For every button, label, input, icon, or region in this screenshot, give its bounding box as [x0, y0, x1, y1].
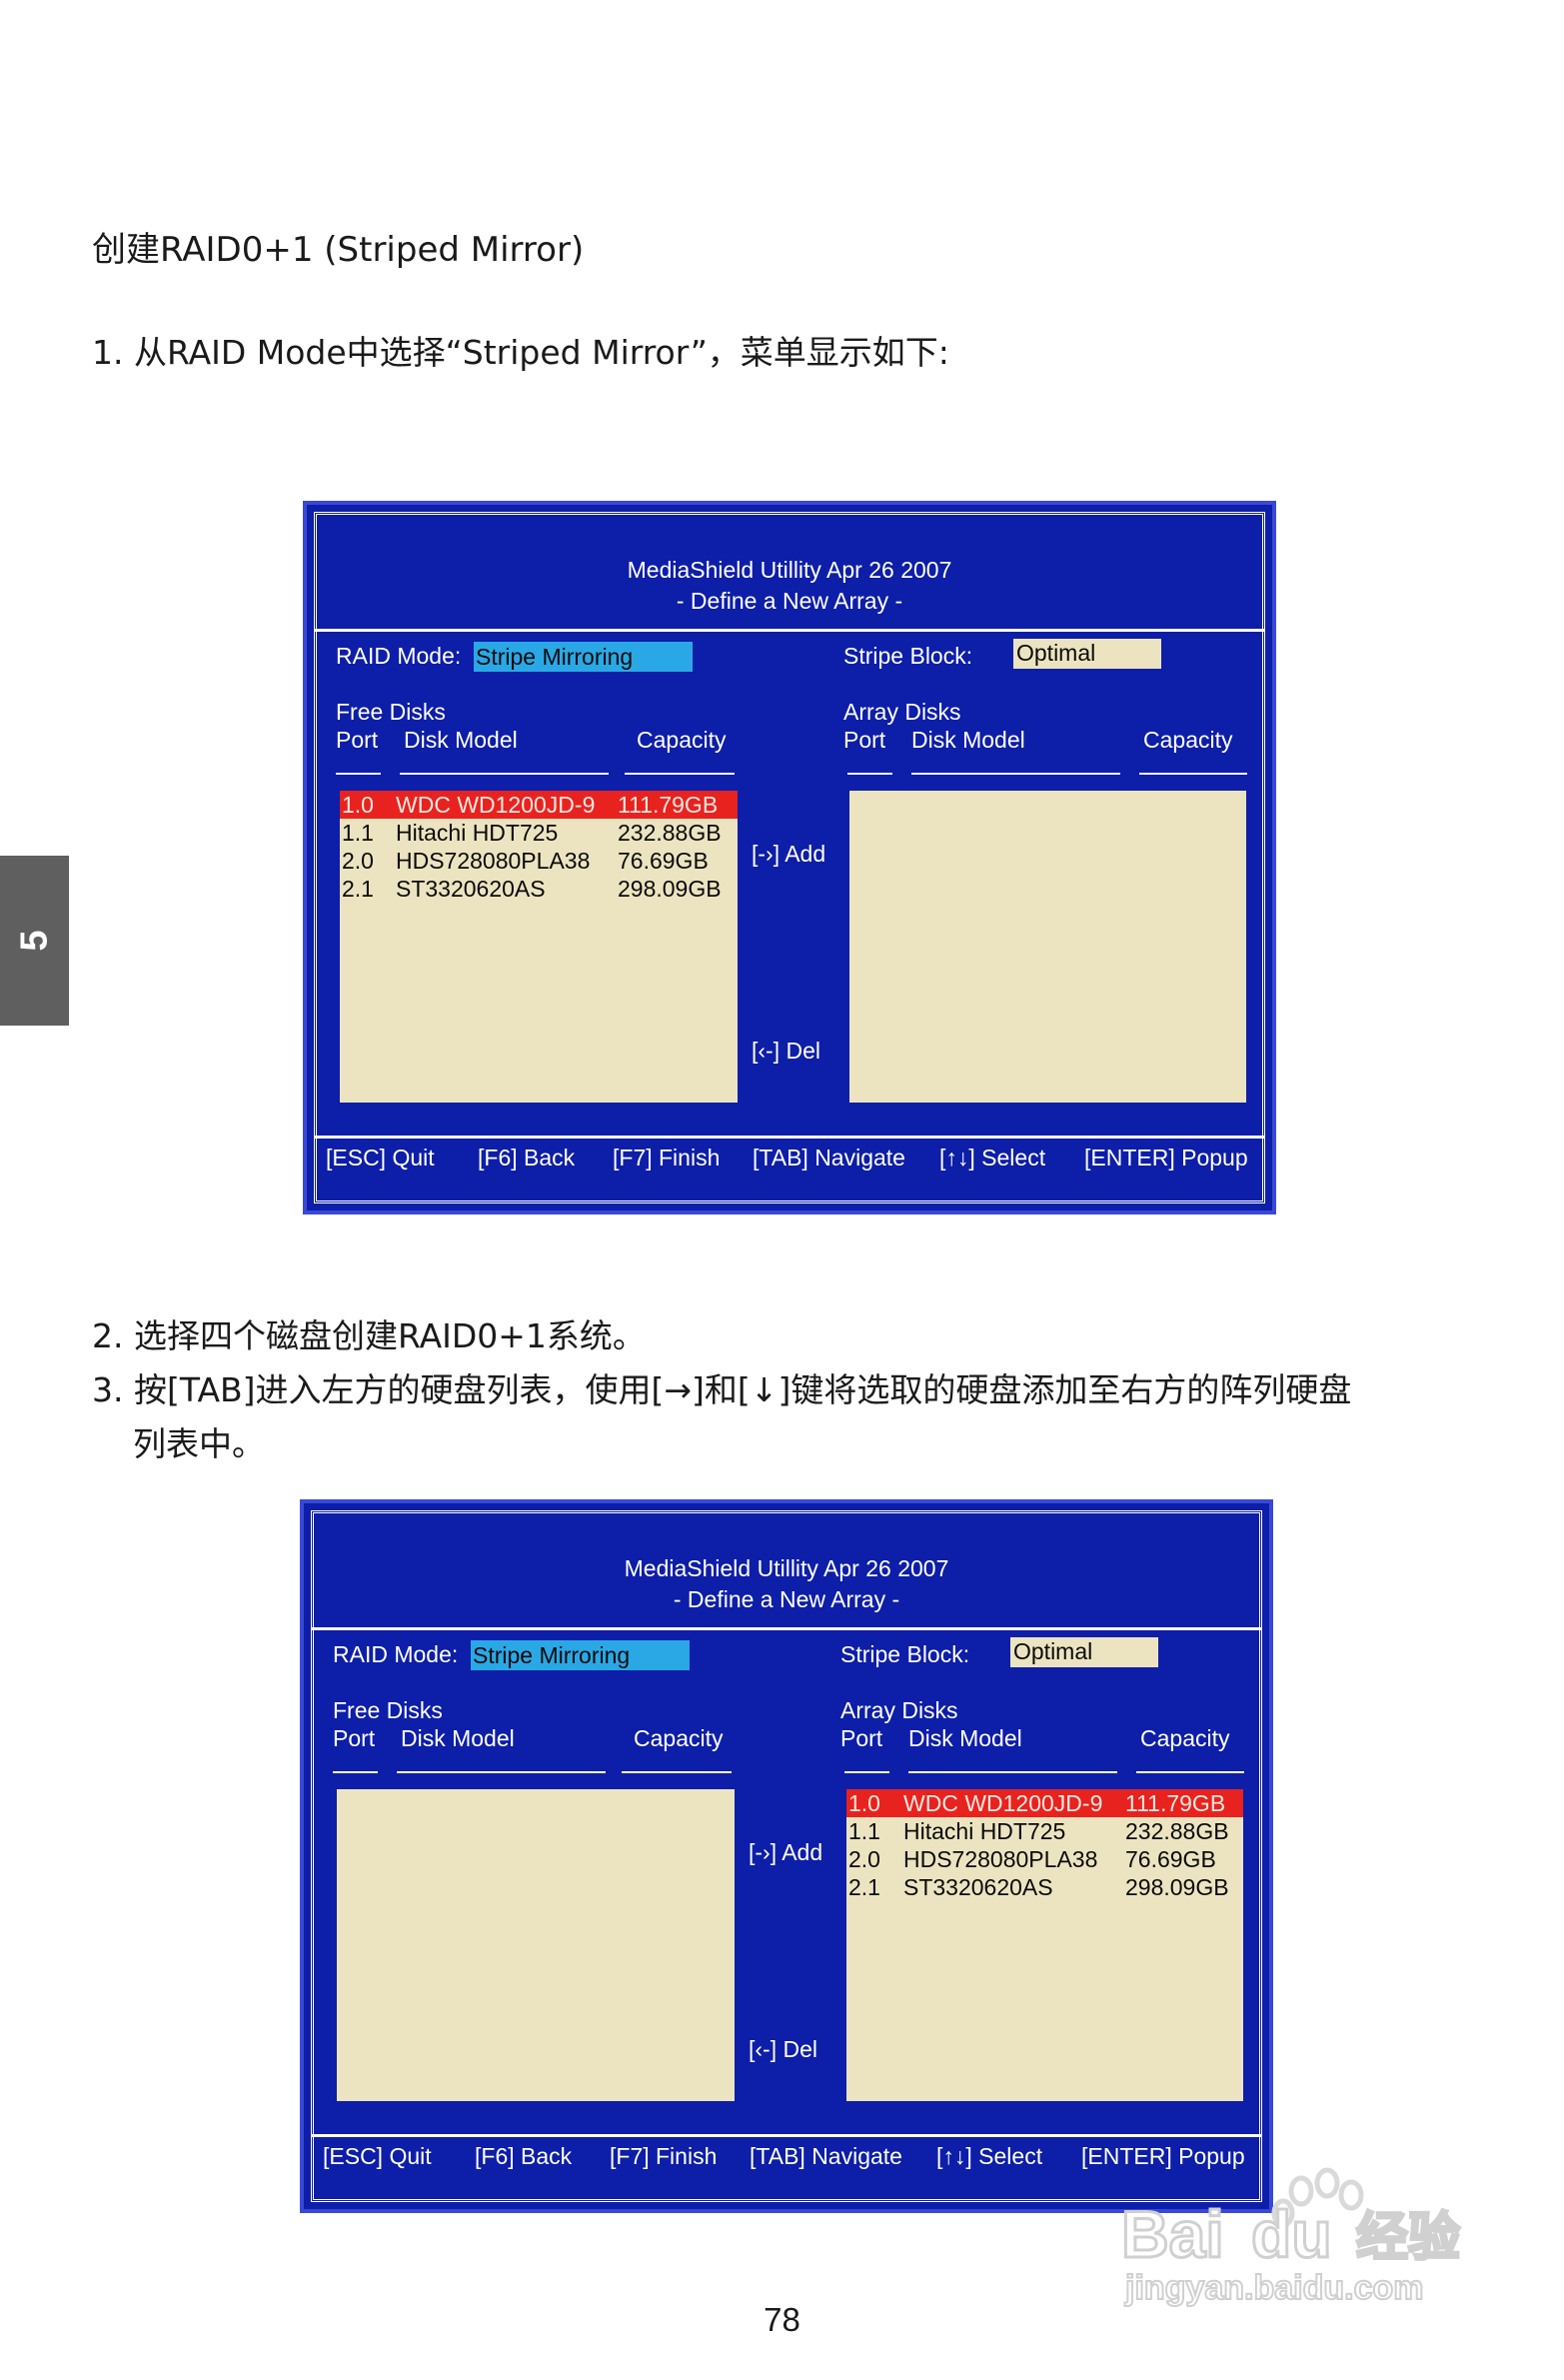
- add-key[interactable]: [-›] Add: [749, 1839, 822, 1866]
- disk-row[interactable]: 2.1 ST3320620AS 298.09GB: [846, 1873, 1243, 1901]
- stripe-block-label: Stripe Block:: [843, 643, 973, 669]
- col-port: Port: [843, 727, 886, 753]
- disk-row[interactable]: 1.0 WDC WD1200JD-9 111.79GB: [340, 791, 738, 819]
- rule: [625, 773, 735, 775]
- step-1: 1. 从RAID Mode中选择“Striped Mirror”，菜单显示如下:: [92, 333, 949, 372]
- rule: [908, 1771, 1117, 1773]
- page-number: 78: [764, 2301, 800, 2338]
- key-tab: [TAB] Navigate: [753, 1145, 905, 1171]
- del-key[interactable]: [‹-] Del: [749, 2036, 817, 2063]
- divider: [311, 1627, 1262, 1630]
- key-esc: [ESC] Quit: [326, 1145, 435, 1171]
- rule: [844, 1771, 889, 1773]
- disk-row[interactable]: 1.1 Hitachi HDT725 232.88GB: [340, 819, 738, 847]
- disk-row[interactable]: 1.0 WDC WD1200JD-9 111.79GB: [846, 1789, 1243, 1817]
- col-capacity: Capacity: [634, 1725, 724, 1751]
- watermark-cn: 经验: [1356, 2208, 1460, 2268]
- array-disks-label: Array Disks: [840, 1697, 958, 1723]
- free-disks-label: Free Disks: [333, 1697, 443, 1723]
- watermark-brand: Bai: [1121, 2197, 1224, 2271]
- del-key[interactable]: [‹-] Del: [752, 1038, 820, 1065]
- raid-mode-field[interactable]: Stripe Mirroring: [474, 642, 693, 672]
- rule: [911, 773, 1120, 775]
- step-3: 3. 按[TAB]进入左方的硬盘列表，使用[→]和[↓]键将选取的硬盘添加至右方…: [92, 1370, 1352, 1409]
- col-model: Disk Model: [404, 727, 518, 753]
- bios-screen-1: MediaShield Utillity Apr 26 2007 - Defin…: [303, 501, 1276, 1214]
- col-port: Port: [840, 1725, 883, 1751]
- stripe-block-label: Stripe Block:: [840, 1641, 970, 1667]
- col-port: Port: [336, 727, 379, 753]
- col-model: Disk Model: [401, 1725, 515, 1751]
- stripe-block-field[interactable]: Optimal: [1010, 1637, 1158, 1667]
- raid-mode-field[interactable]: Stripe Mirroring: [471, 1640, 690, 1670]
- watermark-brand-2: du: [1251, 2197, 1332, 2271]
- key-f7: [F7] Finish: [610, 2143, 718, 2169]
- rule: [622, 1771, 732, 1773]
- rule: [400, 773, 609, 775]
- col-model: Disk Model: [908, 1725, 1022, 1751]
- array-disks-list[interactable]: 1.0 WDC WD1200JD-9 111.79GB 1.1 Hitachi HDT…: [846, 1789, 1243, 2101]
- raid-mode-label: RAID Mode:: [336, 643, 462, 669]
- rule: [1139, 773, 1247, 775]
- chapter-number: 5: [13, 930, 55, 952]
- key-arrows: [↑↓] Select: [939, 1145, 1046, 1171]
- disk-row[interactable]: 1.1 Hitachi HDT725 232.88GB: [846, 1817, 1243, 1845]
- divider: [314, 629, 1265, 632]
- screen-subtitle: - Define a New Array -: [673, 1586, 900, 1612]
- key-arrows: [↑↓] Select: [936, 2143, 1043, 2169]
- col-capacity: Capacity: [1143, 727, 1233, 753]
- divider: [314, 1136, 1265, 1139]
- screen-subtitle: - Define a New Array -: [676, 588, 903, 614]
- page-heading: 创建RAID0+1 (Striped Mirror): [92, 230, 585, 270]
- rule: [336, 773, 381, 775]
- free-disks-label: Free Disks: [336, 699, 446, 725]
- step-3-continued: 列表中。: [133, 1424, 265, 1463]
- key-enter: [ENTER] Popup: [1084, 1145, 1248, 1171]
- col-capacity: Capacity: [1140, 1725, 1230, 1751]
- rule: [333, 1771, 378, 1773]
- key-f6: [F6] Back: [478, 1145, 576, 1171]
- array-disks-label: Array Disks: [843, 699, 961, 725]
- chapter-tab: 5: [0, 856, 69, 1026]
- add-key[interactable]: [-›] Add: [752, 841, 825, 868]
- key-f6: [F6] Back: [475, 2143, 573, 2169]
- rule: [1136, 1771, 1244, 1773]
- col-model: Disk Model: [911, 727, 1025, 753]
- step-2: 2. 选择四个磁盘创建RAID0+1系统。: [92, 1316, 646, 1355]
- divider: [311, 2134, 1262, 2137]
- col-port: Port: [333, 1725, 376, 1751]
- disk-row[interactable]: 2.1 ST3320620AS 298.09GB: [340, 875, 738, 903]
- bios-screen-2: MediaShield Utillity Apr 26 2007 - Defin…: [300, 1499, 1273, 2213]
- key-f7: [F7] Finish: [613, 1145, 721, 1171]
- free-disks-list[interactable]: [337, 1789, 735, 2101]
- col-capacity: Capacity: [637, 727, 727, 753]
- raid-mode-label: RAID Mode:: [333, 1641, 459, 1667]
- rule: [397, 1771, 606, 1773]
- disk-row[interactable]: 2.0 HDS728080PLA38 76.69GB: [340, 847, 738, 875]
- key-esc: [ESC] Quit: [323, 2143, 432, 2169]
- array-disks-list[interactable]: [849, 791, 1246, 1103]
- disk-row[interactable]: 2.0 HDS728080PLA38 76.69GB: [846, 1845, 1243, 1873]
- stripe-block-field[interactable]: Optimal: [1013, 639, 1161, 669]
- utility-title: MediaShield Utillity Apr 26 2007: [624, 1555, 949, 1581]
- baidu-watermark: Bai du 经验 jingyan.baidu.com: [1120, 2167, 1462, 2308]
- key-tab: [TAB] Navigate: [750, 2143, 902, 2169]
- utility-title: MediaShield Utillity Apr 26 2007: [627, 557, 952, 583]
- rule: [847, 773, 892, 775]
- free-disks-list[interactable]: 1.0 WDC WD1200JD-9 111.79GB 1.1 Hitachi HDT…: [340, 791, 738, 1103]
